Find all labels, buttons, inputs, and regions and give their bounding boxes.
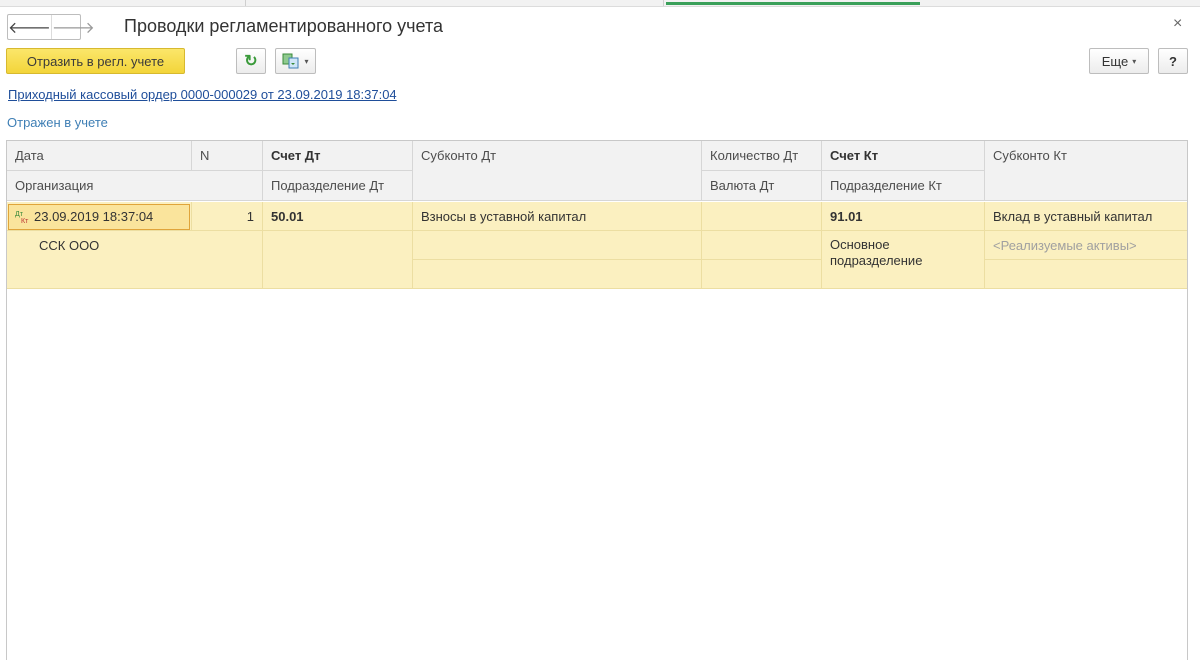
column-header-subkonto-dt[interactable]: Субконто Дт bbox=[413, 141, 702, 201]
cell-currency-dt[interactable] bbox=[702, 231, 822, 260]
column-header-quantity-dt[interactable]: Количество Дт bbox=[702, 141, 822, 171]
entry-date: 23.09.2019 18:37:04 bbox=[34, 209, 154, 224]
cell-subkonto-dt-2[interactable] bbox=[413, 231, 702, 260]
navigation-group: 🡐 🡒 bbox=[7, 14, 95, 40]
window-title: Проводки регламентированного учета bbox=[124, 16, 444, 36]
tab-strip-segment bbox=[0, 0, 246, 6]
cell-division-kt[interactable]: Основное подразделение bbox=[822, 231, 985, 289]
column-header-subkonto-kt[interactable]: Субконто Кт bbox=[985, 141, 1187, 201]
tab-strip-segment bbox=[245, 0, 664, 6]
document-status: Отражен в учете bbox=[7, 115, 108, 130]
debit-credit-icon: Дт Кт bbox=[15, 210, 29, 225]
top-tab-strip bbox=[0, 0, 1200, 7]
column-header-account-dt[interactable]: Счет Дт bbox=[263, 141, 413, 171]
more-menu-button[interactable]: Еще ▾ bbox=[1089, 48, 1149, 74]
close-icon[interactable]: × bbox=[1173, 15, 1182, 33]
post-regulated-accounting-button[interactable]: Отразить в регл. учете bbox=[6, 48, 185, 74]
active-tab-indicator bbox=[666, 2, 920, 5]
cell-account-dt[interactable]: 50.01 bbox=[263, 202, 413, 231]
back-arrow-icon[interactable]: 🡐 bbox=[8, 15, 51, 39]
column-header-division-dt[interactable]: Подразделение Дт bbox=[263, 171, 413, 201]
cell-subkonto-kt-2[interactable]: <Реализуемые активы> bbox=[985, 231, 1187, 260]
column-header-date[interactable]: Дата bbox=[7, 141, 192, 171]
entries-table: Дата N Счет Дт Субконто Дт Количество Дт… bbox=[6, 140, 1188, 660]
column-header-division-kt[interactable]: Подразделение Кт bbox=[822, 171, 985, 201]
cell-subkonto-dt-1[interactable]: Взносы в уставной капитал bbox=[413, 202, 702, 231]
document-link[interactable]: Приходный кассовый ордер 0000-000029 от … bbox=[8, 87, 397, 102]
cell-date[interactable]: Дт Кт 23.09.2019 18:37:04 bbox=[8, 204, 190, 230]
forward-arrow-icon[interactable]: 🡒 bbox=[50, 15, 95, 39]
cell-account-kt[interactable]: 91.01 bbox=[822, 202, 985, 231]
cell-division-dt[interactable] bbox=[263, 231, 413, 289]
cell-subkonto-dt-3[interactable] bbox=[413, 260, 702, 289]
refresh-icon: ↻ bbox=[244, 53, 258, 70]
column-header-currency-dt[interactable]: Валюта Дт bbox=[702, 171, 822, 201]
cell-currency-amount-dt[interactable] bbox=[702, 260, 822, 289]
cell-organization[interactable]: ССК ООО bbox=[7, 231, 263, 289]
structure-icon bbox=[282, 53, 299, 69]
column-header-organization[interactable]: Организация bbox=[7, 171, 263, 201]
column-header-n[interactable]: N bbox=[192, 141, 263, 171]
document-structure-button[interactable]: ▾ bbox=[275, 48, 316, 74]
cell-quantity-dt[interactable] bbox=[702, 202, 822, 231]
chevron-down-icon: ▾ bbox=[1132, 56, 1137, 66]
more-label: Еще bbox=[1101, 53, 1129, 69]
cell-n[interactable]: 1 bbox=[192, 202, 263, 231]
column-header-account-kt[interactable]: Счет Кт bbox=[822, 141, 985, 171]
cell-subkonto-kt-1[interactable]: Вклад в уставный капитал bbox=[985, 202, 1187, 231]
refresh-button[interactable]: ↻ bbox=[236, 48, 266, 74]
help-button[interactable]: ? bbox=[1158, 48, 1188, 74]
chevron-down-icon: ▾ bbox=[304, 56, 309, 66]
cell-subkonto-kt-3[interactable] bbox=[985, 260, 1187, 289]
